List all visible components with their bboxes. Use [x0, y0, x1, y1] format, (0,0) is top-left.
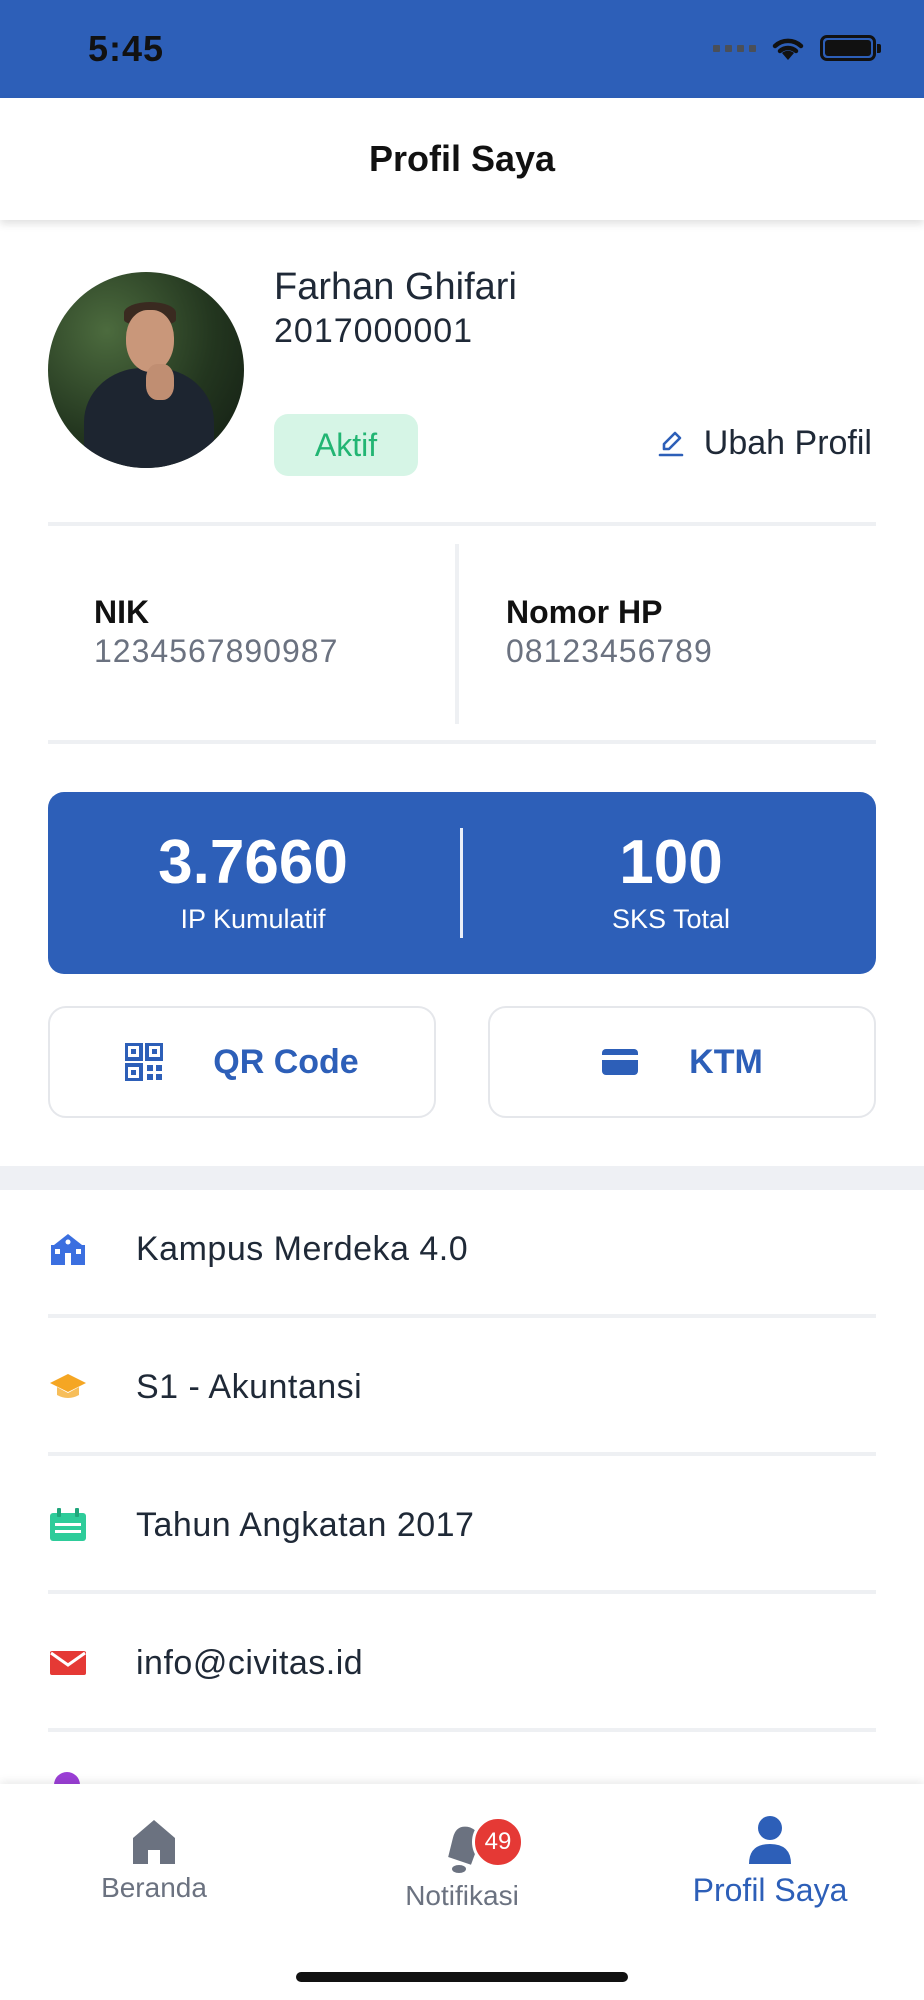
edit-profile-button[interactable]: Ubah Profil — [656, 424, 872, 463]
academic-stats-card: 3.7660 IP Kumulatif 100 SKS Total — [48, 792, 876, 974]
battery-icon — [820, 35, 881, 61]
user-id-number: 2017000001 — [274, 312, 474, 350]
ktm-button[interactable]: KTM — [488, 1006, 876, 1118]
home-icon — [44, 1810, 264, 1866]
graduation-cap-icon — [48, 1367, 88, 1407]
qr-code-label: QR Code — [213, 1042, 359, 1081]
avatar — [48, 272, 244, 468]
nav-notifications-label: Notifikasi — [405, 1880, 519, 1911]
nav-profile[interactable]: Profil Saya — [660, 1810, 880, 1909]
pencil-icon — [658, 431, 684, 456]
school-icon — [48, 1229, 88, 1269]
nik-label: NIK — [94, 594, 150, 630]
nav-profile-label: Profil Saya — [692, 1872, 848, 1908]
status-badge: Aktif — [274, 414, 418, 476]
study-program-text: S1 - Akuntansi — [136, 1367, 363, 1406]
list-item-campus: Kampus Merdeka 4.0 — [0, 1182, 924, 1316]
app-header: Profil Saya — [0, 98, 924, 220]
status-icons — [713, 34, 881, 62]
nik-value: 1234567890987 — [94, 633, 339, 669]
qr-code-button[interactable]: QR Code — [48, 1006, 436, 1118]
divider — [48, 522, 876, 526]
qr-code-icon — [125, 1043, 164, 1081]
gpa-stat: 3.7660 IP Kumulatif — [58, 832, 448, 935]
bottom-navigation: Beranda 49 Notifikasi Profil Saya — [0, 1784, 924, 2000]
divider — [48, 1314, 876, 1318]
divider — [48, 740, 876, 744]
nav-notifications[interactable]: 49 Notifikasi — [352, 1816, 572, 1912]
status-bar: 5:45 — [0, 0, 924, 98]
user-name: Farhan Ghifari — [274, 266, 517, 308]
notification-count-badge: 49 — [472, 1816, 524, 1868]
bell-icon: 49 — [352, 1816, 572, 1874]
divider — [48, 1452, 876, 1456]
page-title: Profil Saya — [368, 138, 556, 179]
vertical-divider — [455, 544, 459, 724]
list-item-study-program: S1 - Akuntansi — [0, 1320, 924, 1454]
sks-stat: 100 SKS Total — [476, 832, 866, 935]
card-icon — [602, 1049, 639, 1075]
email-text: info@civitas.id — [136, 1643, 364, 1682]
wifi-icon — [772, 38, 804, 60]
divider — [48, 1728, 876, 1732]
home-indicator — [296, 1972, 628, 1982]
cellular-signal-icon — [713, 44, 756, 52]
cohort-year-text: Tahun Angkatan 2017 — [136, 1505, 475, 1544]
edit-profile-label: Ubah Profil — [703, 424, 872, 462]
list-item-email: info@civitas.id — [0, 1596, 924, 1730]
user-icon — [660, 1810, 880, 1866]
gpa-label: IP Kumulatif — [180, 904, 326, 934]
nav-home-label: Beranda — [101, 1872, 207, 1903]
phone-info: Nomor HP 08123456789 — [506, 594, 713, 670]
ktm-label: KTM — [689, 1042, 763, 1081]
list-item-cohort-year: Tahun Angkatan 2017 — [0, 1458, 924, 1592]
calendar-icon — [48, 1505, 88, 1545]
phone-label: Nomor HP — [506, 594, 663, 630]
phone-value: 08123456789 — [506, 633, 713, 669]
divider — [48, 1590, 876, 1594]
nav-home[interactable]: Beranda — [44, 1810, 264, 1904]
sks-label: SKS Total — [611, 904, 731, 934]
gpa-value: 3.7660 — [158, 828, 348, 897]
sks-value: 100 — [619, 828, 723, 897]
status-time: 5:45 — [88, 28, 165, 69]
stats-separator — [460, 828, 463, 938]
mail-icon — [48, 1643, 88, 1683]
nik-info: NIK 1234567890987 — [94, 594, 338, 670]
campus-text: Kampus Merdeka 4.0 — [136, 1229, 469, 1268]
